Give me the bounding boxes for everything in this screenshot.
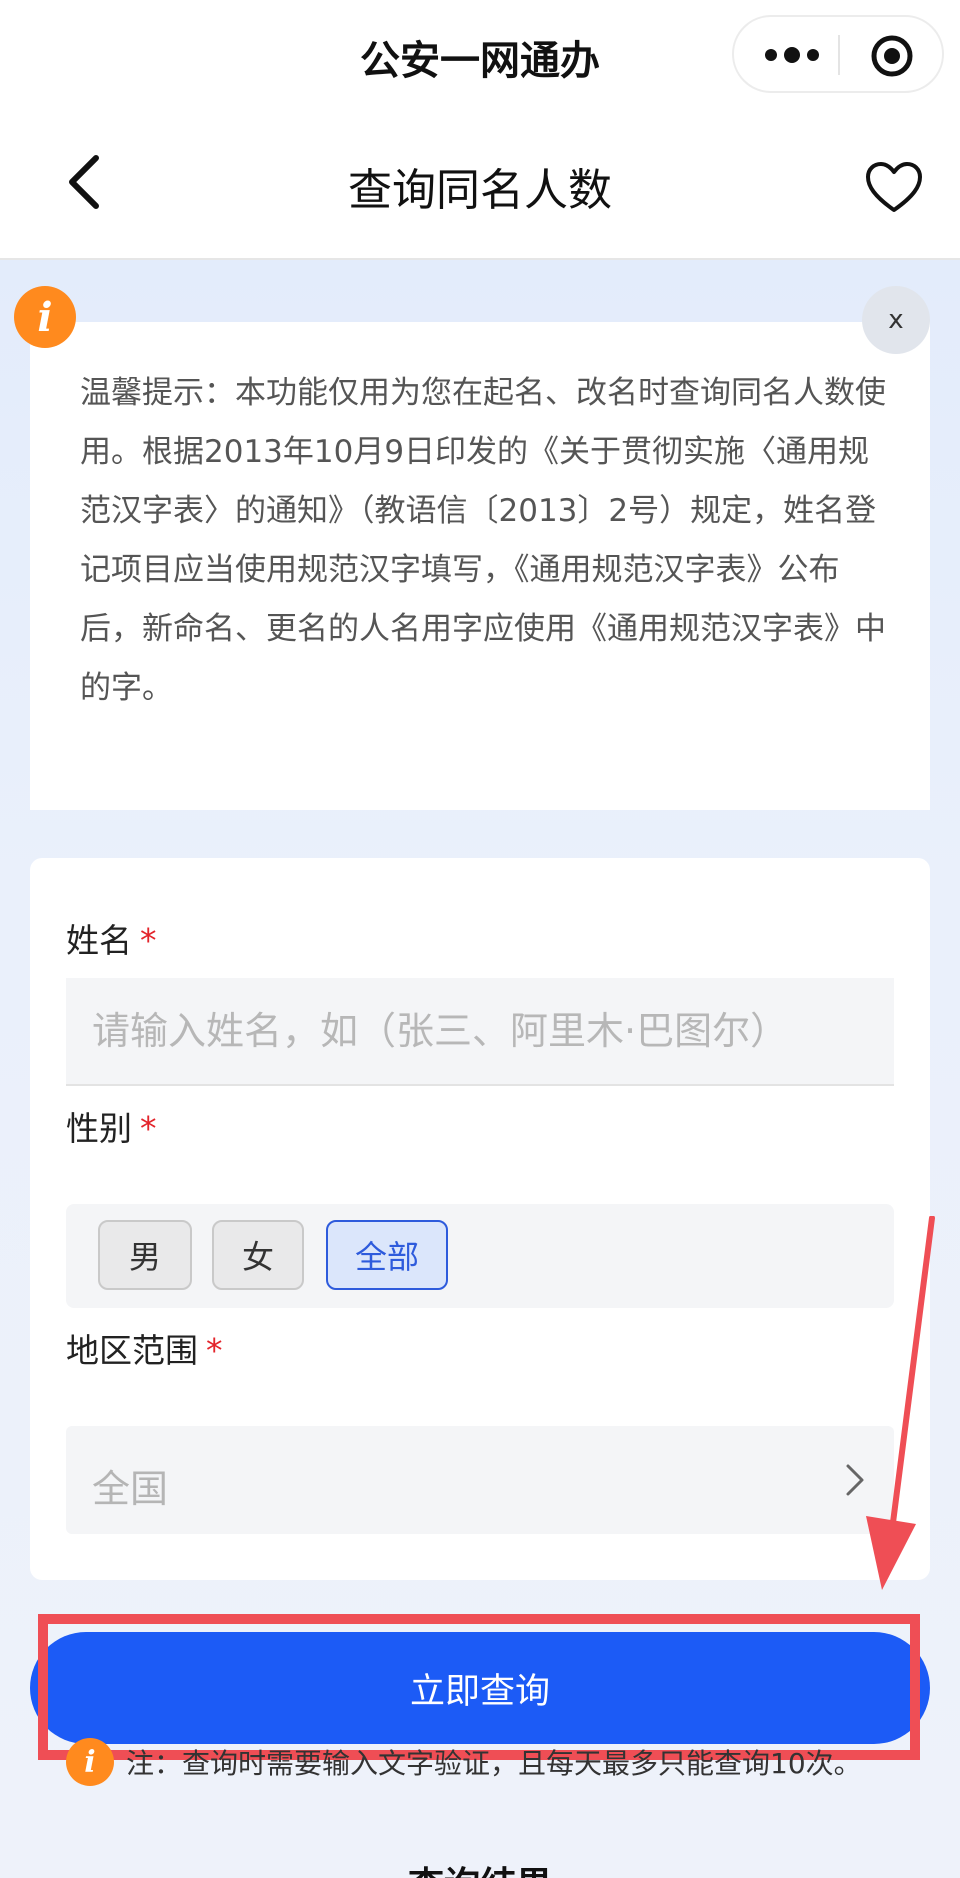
region-value: 全国: [92, 1467, 169, 1511]
chevron-right-icon: [846, 1464, 864, 1496]
notice-text: 温馨提示：本功能仅用为您在起名、改名时查询同名人数使用。根据2013年10月9日…: [80, 375, 886, 706]
info-icon: i: [14, 286, 76, 348]
more-dots-icon[interactable]: [762, 41, 822, 69]
info-icon: i: [66, 1738, 114, 1786]
capsule-divider: [838, 35, 840, 75]
required-mark: *: [140, 1109, 157, 1148]
name-label: 姓名 *: [66, 914, 157, 962]
required-mark: *: [206, 1331, 223, 1370]
query-note: i 注：查询时需要输入文字验证，且每天最多只能查询10次。: [66, 1734, 926, 1790]
gender-option-all[interactable]: 全部: [326, 1220, 448, 1290]
name-input[interactable]: [66, 978, 894, 1086]
target-icon[interactable]: [870, 34, 914, 78]
mini-program-capsule: [732, 15, 944, 93]
gender-label-text: 性别: [66, 1109, 132, 1148]
query-form: 姓名* 性别* 男 女 全部 地区范围* 全国: [30, 858, 930, 1580]
content-area: 温馨提示：本功能仅用为您在起名、改名时查询同名人数使用。根据2013年10月9日…: [0, 260, 960, 1878]
gender-options: 男 女 全部: [66, 1204, 894, 1308]
close-notice-button[interactable]: x: [862, 286, 930, 354]
gender-option-female[interactable]: 女: [212, 1220, 304, 1290]
heart-icon[interactable]: [864, 160, 924, 216]
result-section-title: 查询结果: [0, 1856, 960, 1878]
mini-program-header: 公安一网通办: [0, 0, 960, 110]
notice-card: 温馨提示：本功能仅用为您在起名、改名时查询同名人数使用。根据2013年10月9日…: [30, 322, 930, 810]
name-label-text: 姓名: [66, 921, 132, 960]
region-select[interactable]: 全国: [66, 1426, 894, 1534]
submit-query-button[interactable]: 立即查询: [30, 1632, 930, 1744]
region-label-text: 地区范围: [66, 1331, 198, 1370]
gender-label: 性别 *: [66, 1102, 157, 1150]
note-text: 注：查询时需要输入文字验证，且每天最多只能查询10次。: [126, 1747, 862, 1780]
gender-option-male[interactable]: 男: [98, 1220, 192, 1290]
page-nav-bar: 查询同名人数: [0, 110, 960, 260]
page-title: 查询同名人数: [348, 165, 612, 216]
required-mark: *: [140, 921, 157, 960]
region-label: 地区范围 *: [66, 1324, 223, 1372]
